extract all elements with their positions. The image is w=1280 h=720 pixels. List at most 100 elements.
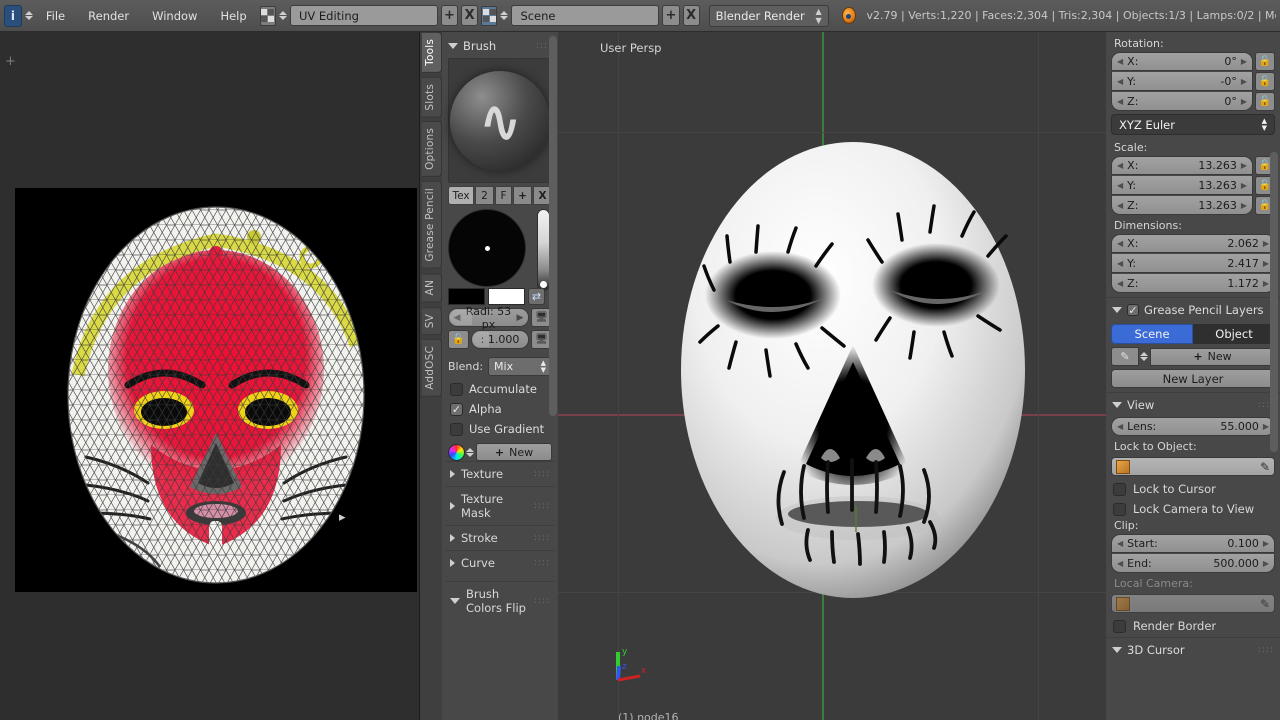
screen-layout-icon[interactable] [259,5,276,26]
properties-region: Rotation: ◀ X: 0° ▶ 🔓 ◀ Y: -0° ▶ 🔓 ◀ Z: [1106,32,1280,720]
brush-preview[interactable]: ∿ [448,58,552,183]
delete-screen-layout-button[interactable]: X [461,5,479,26]
toolshelf-expand-icon[interactable]: + [4,55,17,69]
grease-pencil-panel-header[interactable]: ✓ Grease Pencil Layers [1106,297,1280,321]
brush-add-button[interactable]: + [513,186,532,205]
brush-strength-field[interactable]: : 1.000 [471,330,529,349]
tab-tools[interactable]: Tools [422,32,442,73]
brush-radius-field[interactable]: ◀ Radi: 53 px ▶ [448,305,529,331]
curve-subpanel[interactable]: Curve :::: [446,550,554,575]
render-border-row[interactable]: Render Border [1113,619,1275,633]
rotation-x-field[interactable]: ◀ X: 0° ▶ [1111,52,1253,71]
lens-field[interactable]: ◀ Lens: 55.000 ▶ [1111,417,1275,436]
menu-help[interactable]: Help [210,6,256,26]
dimensions-y-field[interactable]: ◀ Y: 2.417 ▶ [1111,254,1275,273]
delete-scene-button[interactable]: X [682,5,700,26]
render-engine-selector[interactable]: Blender Render ▲ ▼ [708,4,829,27]
color-ramp-icon[interactable] [448,443,465,461]
3d-viewport[interactable]: User Persp y z x (1) node16 [558,32,1106,720]
use-gradient-checkbox[interactable] [450,422,463,436]
local-camera-field[interactable]: ✎ [1111,594,1275,613]
scene-spinner[interactable] [500,6,509,26]
dimensions-x-field[interactable]: ◀ X: 2.062 ▶ [1111,234,1275,253]
mask-3d-model[interactable] [678,140,1028,600]
editor-type-spinner[interactable] [24,6,33,26]
brush-name-field[interactable]: Tex [448,186,474,205]
clip-end-field[interactable]: ◀ End: 500.000 ▶ [1111,554,1275,573]
rotation-y-lock-icon[interactable]: 🔓 [1255,72,1275,91]
menu-window[interactable]: Window [142,6,207,26]
rotation-z-field[interactable]: ◀ Z: 0° ▶ [1111,92,1253,111]
rotation-x-lock-icon[interactable]: 🔓 [1255,52,1275,71]
dimensions-z-field[interactable]: ◀ Z: 1.172 ▶ [1111,274,1275,293]
grease-pencil-checkbox[interactable]: ✓ [1127,304,1139,317]
render-border-checkbox[interactable] [1113,619,1126,633]
add-scene-button[interactable]: + [662,5,680,26]
properties-scrollbar[interactable] [1270,152,1278,452]
alpha-label: Alpha [469,402,502,416]
scale-y-field[interactable]: ◀ Y: 13.263 ▶ [1111,176,1253,195]
swap-colors-icon[interactable]: ⇄ [528,288,545,305]
eyedropper-icon[interactable]: ✎ [1260,460,1270,474]
uv-texture-canvas[interactable]: ▸ [15,188,417,592]
clip-start-field[interactable]: ◀ Start: 0.100 ▶ [1111,534,1275,553]
rotation-mode-dropdown[interactable]: XYZ Euler ▲ ▼ [1111,114,1275,135]
scene-field[interactable]: Scene [511,5,660,26]
texture-mask-subpanel[interactable]: Texture Mask :::: [446,486,554,525]
tab-slots[interactable]: Slots [422,76,442,118]
brush-panel-header[interactable]: Brush :::: [442,36,558,56]
tab-addosc[interactable]: AddOSC [422,338,442,397]
rotation-z-lock-icon[interactable]: 🔓 [1255,92,1275,111]
tab-grease-pencil[interactable]: Grease Pencil [422,181,442,270]
tab-an[interactable]: AN [422,273,442,303]
menu-render[interactable]: Render [78,6,139,26]
scale-z-field[interactable]: ◀ Z: 13.263 ▶ [1111,196,1253,215]
cursor-panel-header[interactable]: 3D Cursor :::: [1106,637,1280,661]
gp-new-button[interactable]: + New [1150,347,1275,366]
texture-subpanel[interactable]: Texture :::: [446,461,554,486]
pencil-icon[interactable]: ✎ [1111,347,1139,366]
color-wheel[interactable] [448,209,526,287]
tab-options[interactable]: Options [422,121,442,178]
menu-file[interactable]: File [36,6,75,26]
gp-source-scene[interactable]: Scene [1111,324,1193,344]
lock-camera-to-view-row[interactable]: Lock Camera to View [1113,502,1275,516]
tab-sv[interactable]: SV [422,306,442,335]
alpha-row[interactable]: ✓ Alpha [450,402,552,416]
brush-users-count[interactable]: 2 [475,186,494,205]
blend-mode-dropdown[interactable]: Mix ▲ ▼ [488,357,552,376]
uv-image-editor[interactable]: + ▸ [0,32,420,720]
primary-color-swatch[interactable] [448,288,485,305]
scene-icon[interactable] [481,5,498,26]
lock-to-cursor-row[interactable]: Lock to Cursor [1113,482,1275,496]
gp-source-object[interactable]: Object [1193,324,1275,344]
rotation-y-field[interactable]: ◀ Y: -0° ▶ [1111,72,1253,91]
info-icon[interactable]: i [4,4,22,27]
chevron-right-icon: ▶ [1240,180,1247,190]
tool-shelf-scrollbar[interactable] [549,36,557,416]
color-ramp-spinner[interactable] [466,444,475,461]
lock-to-object-field[interactable]: ✎ [1111,457,1275,476]
stroke-subpanel[interactable]: Stroke :::: [446,525,554,550]
brush-fake-user-button[interactable]: F [495,186,512,205]
new-palette-button[interactable]: + New [476,443,552,461]
gp-datablock-spinner[interactable] [1140,348,1149,365]
view-panel-header[interactable]: View :::: [1106,392,1280,416]
alpha-checkbox[interactable]: ✓ [450,402,463,416]
object-cube-icon [1116,459,1130,474]
lock-camera-to-view-checkbox[interactable] [1113,502,1126,516]
use-gradient-row[interactable]: Use Gradient [450,422,552,436]
accumulate-checkbox[interactable] [450,382,463,396]
strength-lock-icon[interactable]: 🔓 [448,330,469,349]
add-screen-layout-button[interactable]: + [440,5,459,26]
brush-colors-flip-subpanel[interactable]: Brush Colors Flip :::: [446,581,554,620]
screen-layout-spinner[interactable] [278,6,287,26]
lock-to-cursor-checkbox[interactable] [1113,482,1126,496]
secondary-color-swatch[interactable] [488,288,525,305]
new-layer-button[interactable]: New Layer [1111,369,1275,388]
screen-layout-field[interactable]: UV Editing [289,5,438,26]
scale-x-field[interactable]: ◀ X: 13.263 ▶ [1111,156,1253,175]
eyedropper-icon[interactable]: ✎ [1260,597,1270,611]
viewport-axis-gizmo: y z x [616,647,647,682]
accumulate-row[interactable]: Accumulate [450,382,552,396]
